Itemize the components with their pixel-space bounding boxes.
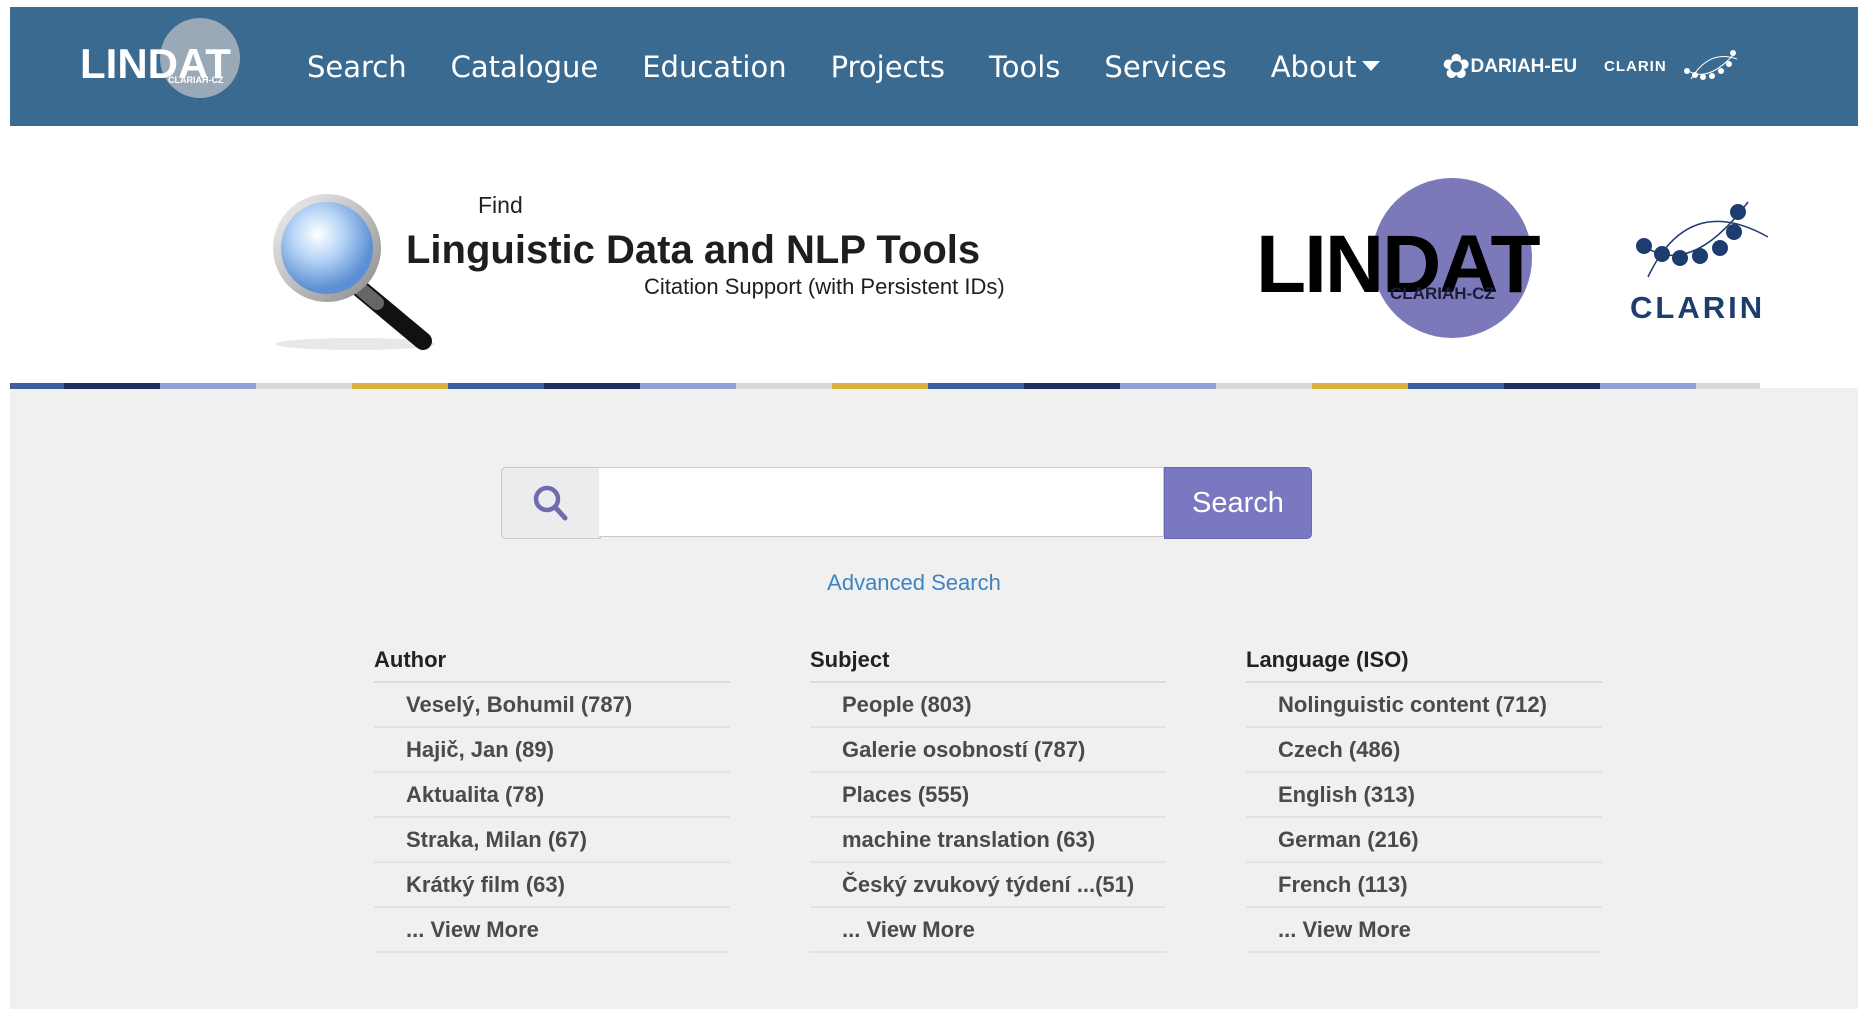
banner: Find Linguistic Data and NLP Tools Citat…	[10, 126, 1858, 388]
banner-title: Linguistic Data and NLP Tools	[406, 228, 981, 272]
facet-language: Language (ISO) Nolinguistic content (712…	[1246, 647, 1602, 953]
nav-about-label: About	[1270, 49, 1357, 84]
facet-item[interactable]: Veselý, Bohumil (787)	[374, 683, 730, 728]
banner-subtitle: Citation Support (with Persistent IDs)	[644, 274, 1005, 299]
nav-search[interactable]: Search	[307, 50, 407, 84]
facet-heading: Author	[374, 647, 730, 683]
facet-view-more[interactable]: ... View More	[1246, 908, 1602, 953]
nav-services[interactable]: Services	[1104, 50, 1226, 84]
facet-item[interactable]: Galerie osobností (787)	[810, 728, 1166, 773]
facet-item[interactable]: Hajič, Jan (89)	[374, 728, 730, 773]
facet-item[interactable]: machine translation (63)	[810, 818, 1166, 863]
caret-down-icon	[1362, 60, 1381, 71]
nav-menu: Search Catalogue Education Projects Tool…	[307, 7, 1424, 126]
dariah-flower-icon: ✿	[1442, 47, 1471, 86]
clarin-label: CLARIN	[1604, 58, 1667, 75]
search-button[interactable]: Search	[1164, 467, 1312, 539]
facet-subject: Subject People (803) Galerie osobností (…	[810, 647, 1166, 953]
color-stripe	[10, 383, 1858, 389]
lindat-banner-logo: LINDAT CLARIAH-CZ	[1242, 178, 1562, 338]
navbar: LINDAT CLARIAH-CZ Search Catalogue Educa…	[10, 7, 1858, 126]
nav-tools[interactable]: Tools	[989, 50, 1060, 84]
search-icon	[533, 485, 568, 521]
nav-projects[interactable]: Projects	[831, 50, 945, 84]
clarin-logo-link[interactable]: CLARIN	[1604, 7, 1743, 126]
search-input[interactable]	[599, 467, 1164, 537]
banner-logo-subtext: CLARIAH-CZ	[1390, 284, 1495, 303]
page: LINDAT CLARIAH-CZ Search Catalogue Educa…	[10, 7, 1858, 1009]
dariah-label: DARIAH-EU	[1470, 55, 1578, 77]
facet-item[interactable]: Places (555)	[810, 773, 1166, 818]
logo-subtext: CLARIAH-CZ	[168, 75, 224, 85]
facet-item[interactable]: Straka, Milan (67)	[374, 818, 730, 863]
facet-item[interactable]: Krátký film (63)	[374, 863, 730, 908]
facet-item[interactable]: Český zvukový týdení ...(51)	[810, 863, 1166, 908]
nav-catalogue[interactable]: Catalogue	[451, 50, 599, 84]
facet-author: Author Veselý, Bohumil (787) Hajič, Jan …	[374, 647, 730, 953]
facet-heading: Language (ISO)	[1246, 647, 1602, 683]
facet-item[interactable]: French (113)	[1246, 863, 1602, 908]
nav-education[interactable]: Education	[642, 50, 786, 84]
facet-item[interactable]: Nolinguistic content (712)	[1246, 683, 1602, 728]
nav-about-dropdown[interactable]: About	[1271, 50, 1381, 84]
facet-item[interactable]: People (803)	[810, 683, 1166, 728]
clarin-banner-label: CLARIN	[1630, 290, 1766, 325]
lindat-nav-logo[interactable]: LINDAT CLARIAH-CZ	[80, 18, 240, 108]
facet-view-more[interactable]: ... View More	[810, 908, 1166, 953]
facet-item[interactable]: English (313)	[1246, 773, 1602, 818]
search-addon	[501, 467, 601, 539]
clarin-dots-icon	[1683, 49, 1737, 80]
banner-find-label: Find	[478, 192, 523, 218]
facet-item[interactable]: Aktualita (78)	[374, 773, 730, 818]
dariah-logo-link[interactable]: ✿ DARIAH-EU	[1442, 7, 1577, 126]
advanced-search-link[interactable]: Advanced Search	[10, 570, 1818, 596]
facet-view-more[interactable]: ... View More	[374, 908, 730, 953]
facet-item[interactable]: German (216)	[1246, 818, 1602, 863]
clarin-banner-logo: CLARIN	[1618, 182, 1788, 332]
facet-item[interactable]: Czech (486)	[1246, 728, 1602, 773]
search-form: Search	[501, 467, 1313, 539]
facet-heading: Subject	[810, 647, 1166, 683]
